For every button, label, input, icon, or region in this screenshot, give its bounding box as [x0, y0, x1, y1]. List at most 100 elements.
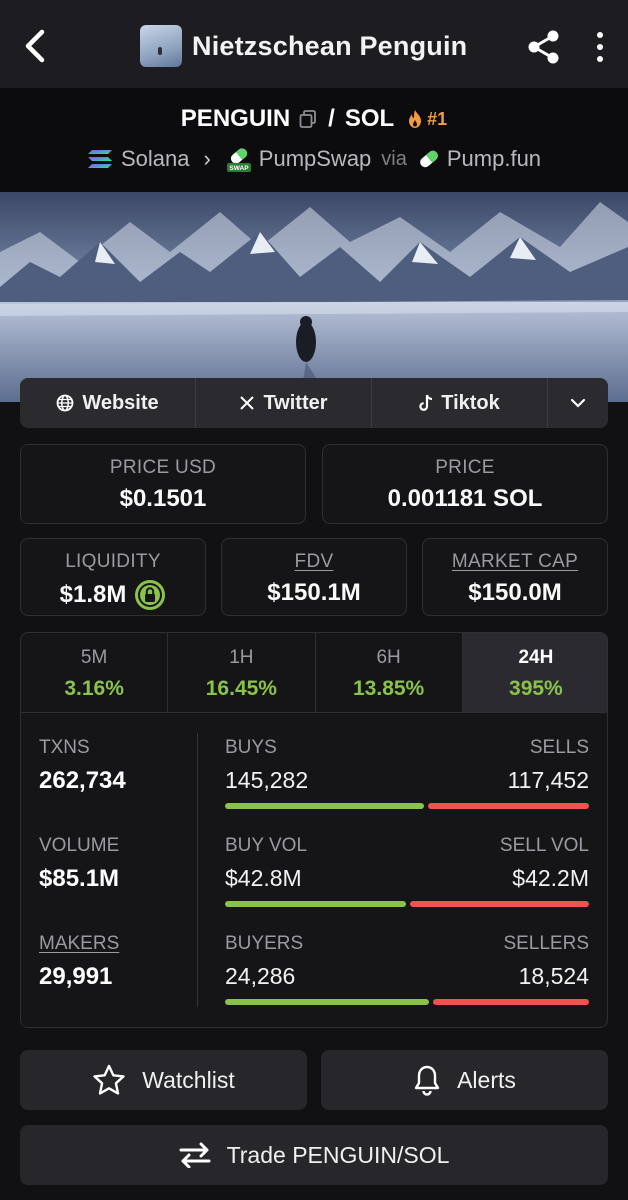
market-cap-label[interactable]: MARKET CAP — [423, 551, 607, 573]
tiktok-link[interactable]: Tiktok — [372, 378, 548, 428]
buy-sell-column: BUYS SELLS 145,282 117,452 BUY VOL SELL … — [225, 737, 589, 1027]
globe-icon — [56, 394, 74, 412]
solana-icon — [87, 150, 112, 168]
txns-label: TXNS — [39, 737, 90, 758]
market-cap-value: $150.0M — [468, 579, 562, 606]
buys-value: 145,282 — [225, 767, 309, 793]
lock-icon[interactable] — [134, 579, 166, 611]
more-vertical-icon — [597, 32, 603, 62]
watchlist-button[interactable]: Watchlist — [20, 1050, 307, 1110]
sellers-bar — [433, 999, 589, 1005]
column-divider — [197, 733, 198, 1007]
more-options-button[interactable] — [588, 28, 612, 66]
chain-link[interactable]: Solana — [121, 146, 190, 172]
timeframe-tabs: 5M 3.16% 1H 16.45% 6H 13.85% 24H 395% — [21, 633, 607, 713]
pair-info: PENGUIN / SOL #1 Solana › SWAP PumpSwap … — [0, 88, 628, 192]
fdv-card: FDV $150.1M — [221, 538, 407, 616]
price-native-label: PRICE — [435, 457, 495, 478]
liquidity-value: $1.8M — [59, 581, 127, 608]
sell-vol-bar — [410, 901, 589, 907]
price-change: 16.45% — [205, 677, 277, 700]
price-change: 3.16% — [64, 677, 124, 700]
tab-label: 1H — [229, 647, 254, 668]
top-bar: Nietzschean Penguin — [0, 0, 628, 88]
flame-icon — [409, 110, 422, 128]
via-label: via — [381, 147, 407, 170]
bell-icon — [414, 1065, 440, 1096]
chevron-right-icon: › — [203, 146, 211, 171]
buyers-value: 24,286 — [225, 963, 296, 989]
makers-block: MAKERS 29,991 — [39, 933, 199, 1027]
pumpswap-icon: SWAP — [226, 148, 251, 172]
volume-label: VOLUME — [39, 835, 120, 856]
website-link[interactable]: Website — [20, 378, 196, 428]
x-logo-icon — [240, 396, 255, 410]
txns-value: 262,734 — [39, 767, 126, 794]
txns-block: TXNS 262,734 — [39, 737, 199, 835]
buys-sells-block: BUYS SELLS 145,282 117,452 — [225, 737, 589, 835]
tab-1h[interactable]: 1H 16.45% — [168, 633, 316, 712]
chevron-left-icon — [25, 29, 45, 63]
token-banner-image — [0, 192, 628, 402]
price-usd-card: PRICE USD $0.1501 — [20, 444, 306, 524]
chain-breadcrumb: Solana › SWAP PumpSwap via Pump.fun — [0, 142, 628, 176]
chevron-down-icon — [570, 398, 586, 408]
alerts-button[interactable]: Alerts — [321, 1050, 608, 1110]
star-icon — [93, 1064, 125, 1095]
liquidity-card: LIQUIDITY $1.8M — [20, 538, 206, 616]
buys-label: BUYS — [225, 737, 277, 758]
price-usd-label: PRICE USD — [109, 457, 217, 478]
twitter-label: Twitter — [263, 391, 328, 414]
price-native-card: PRICE 0.001181 SOL — [322, 444, 608, 524]
more-links-button[interactable] — [548, 378, 608, 428]
activity-panel: 5M 3.16% 1H 16.45% 6H 13.85% 24H 395% TX… — [20, 632, 608, 1028]
share-icon — [528, 30, 559, 64]
makers-value: 29,991 — [39, 963, 113, 990]
tab-label: 24H — [518, 647, 554, 668]
sells-bar — [428, 803, 589, 809]
swap-badge-text: SWAP — [229, 165, 249, 172]
trade-button[interactable]: Trade PENGUIN/SOL — [20, 1125, 608, 1185]
share-button[interactable] — [526, 28, 562, 66]
sells-label: SELLS — [529, 737, 589, 758]
buy-vol-label: BUY VOL — [225, 835, 308, 856]
buyers-label: BUYERS — [225, 933, 304, 954]
tab-label: 6H — [376, 647, 401, 668]
pair-name-row: PENGUIN / SOL #1 — [0, 102, 628, 136]
dex-link[interactable]: PumpSwap — [259, 146, 372, 172]
buy-vol-value: $42.8M — [225, 865, 302, 891]
volume-value: $85.1M — [39, 865, 120, 892]
tab-5m[interactable]: 5M 3.16% — [21, 633, 169, 712]
liquidity-label: LIQUIDITY — [65, 551, 161, 572]
back-button[interactable] — [18, 26, 54, 66]
social-links-bar: Website Twitter Tiktok — [20, 378, 608, 428]
price-change: 395% — [509, 677, 563, 700]
buy-vol-bar — [225, 901, 407, 907]
tiktok-icon — [419, 394, 433, 411]
buyers-bar — [225, 999, 430, 1005]
fdv-label[interactable]: FDV — [222, 551, 406, 573]
base-token: PENGUIN — [180, 105, 291, 132]
token-avatar — [140, 25, 182, 67]
tab-label: 5M — [80, 647, 108, 668]
tab-24h[interactable]: 24H 395% — [462, 633, 607, 712]
makers-label[interactable]: MAKERS — [39, 933, 199, 955]
sellers-value: 18,524 — [518, 963, 589, 989]
twitter-link[interactable]: Twitter — [196, 378, 372, 428]
sell-vol-value: $42.2M — [512, 865, 589, 891]
liquidity-value-row: $1.8M — [21, 579, 205, 611]
price-native-value: 0.001181 SOL — [387, 485, 543, 512]
copy-icon[interactable] — [298, 109, 318, 129]
launchpad-link[interactable]: Pump.fun — [447, 146, 541, 172]
tab-6h[interactable]: 6H 13.85% — [316, 633, 463, 712]
buy-sell-volume-block: BUY VOL SELL VOL $42.8M $42.2M — [225, 835, 589, 933]
volume-block: VOLUME $85.1M — [39, 835, 199, 933]
quote-token: SOL — [344, 105, 395, 132]
rank-value: #1 — [427, 108, 448, 129]
page-title: Nietzschean Penguin — [192, 30, 468, 61]
sells-value: 117,452 — [507, 767, 589, 793]
sell-vol-label: SELL VOL — [499, 835, 589, 856]
tiktok-label: Tiktok — [441, 391, 500, 414]
pumpfun-icon — [420, 150, 438, 168]
price-change: 13.85% — [353, 677, 425, 700]
